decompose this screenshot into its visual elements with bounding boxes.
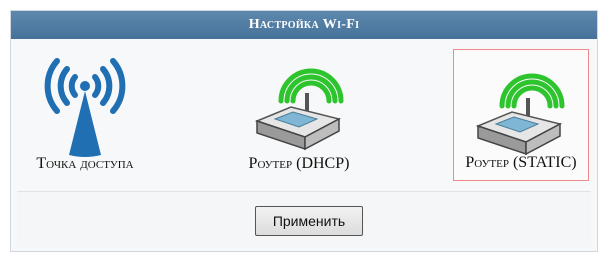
- apply-button[interactable]: Применить: [255, 206, 363, 236]
- wifi-access-point-icon: [44, 58, 126, 157]
- mode-option-access-point[interactable]: Точка доступа: [17, 49, 153, 181]
- mode-label-router-static: Роутер (STATIC): [465, 154, 577, 171]
- panel-title: Настройка Wi-Fi: [11, 11, 597, 39]
- wifi-settings-panel: Настройка Wi-Fi Точка доступа Роутер (DH…: [10, 10, 598, 252]
- router-icon: [475, 73, 565, 156]
- mode-label-router-dhcp: Роутер (DHCP): [248, 155, 350, 172]
- mode-label-access-point: Точка доступа: [36, 155, 134, 172]
- mode-options: Точка доступа Роутер (DHCP) Роутер (STAT…: [17, 45, 591, 185]
- router-icon: [254, 68, 344, 151]
- mode-option-router-dhcp[interactable]: Роутер (DHCP): [231, 49, 367, 181]
- mode-option-router-static[interactable]: Роутер (STATIC): [453, 49, 589, 181]
- action-bar: Применить: [17, 191, 591, 247]
